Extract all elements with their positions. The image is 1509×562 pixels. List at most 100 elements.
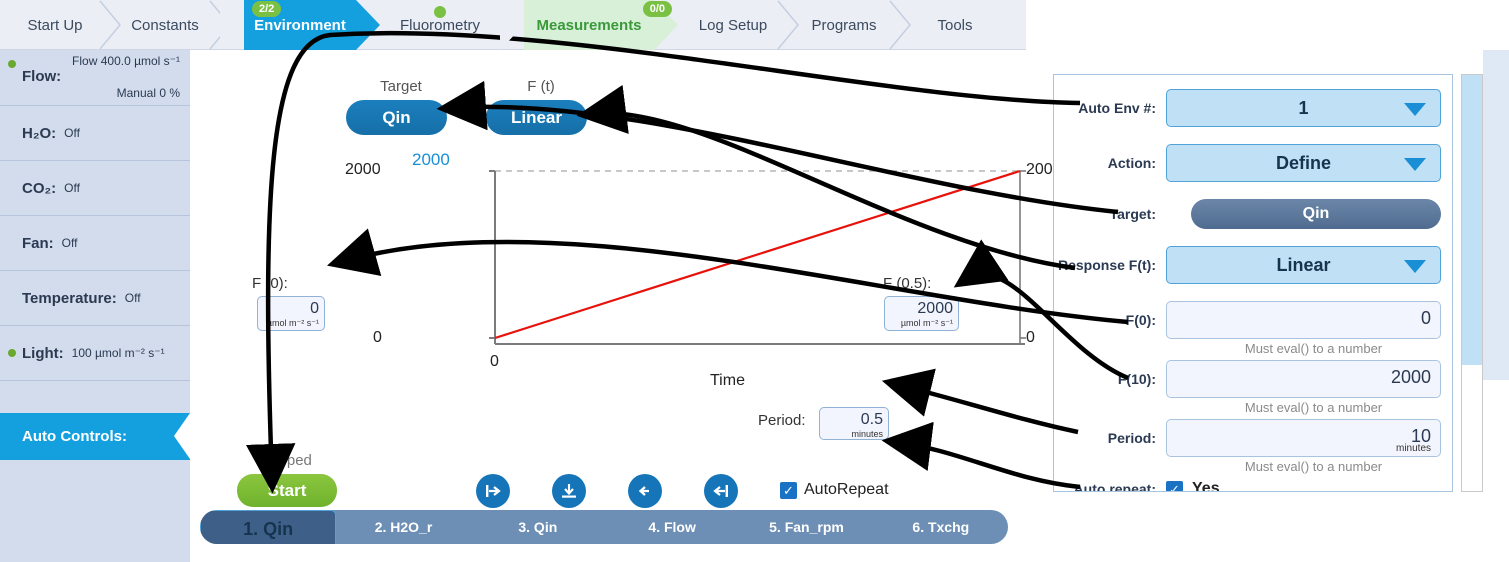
jump-to-end-glyph	[486, 485, 501, 497]
breadcrumb-item-tools[interactable]: Tools	[900, 0, 1010, 50]
breadcrumb-label: Programs	[811, 16, 877, 34]
run-status-text: Stopped	[256, 452, 312, 469]
auto-repeat-checkbox[interactable]: ✓	[1166, 480, 1183, 491]
graph-f0-unit: µmol m⁻² s⁻¹	[266, 318, 319, 328]
field-label: Action:	[1107, 155, 1156, 171]
autorepeat-checkbox[interactable]: ✓	[780, 481, 797, 499]
f10-input[interactable]: 2000	[1166, 360, 1441, 398]
start-button[interactable]: Start	[237, 474, 337, 507]
field-label: Period:	[1107, 430, 1156, 446]
f0-input[interactable]: 0	[1166, 301, 1441, 339]
breadcrumb-label: Log Setup	[698, 16, 768, 34]
tab-1-qin[interactable]: 1. Qin	[200, 510, 337, 544]
tab-4-flow[interactable]: 4. Flow	[605, 510, 739, 544]
ft-caption: F (t)	[527, 78, 555, 95]
tab-label: 6. Txchg	[912, 519, 970, 535]
threshold-value-label: 2000	[412, 150, 450, 169]
sidebar-item-label: Flow:	[22, 68, 62, 85]
sidebar-flow-setpoint: Flow 400.0 µmol s⁻¹	[72, 54, 180, 68]
select-value: 1	[1298, 97, 1309, 118]
right-panel-scrollbar[interactable]	[1461, 74, 1483, 492]
field-f0: F(0): 0	[1054, 301, 1452, 339]
right-axis-tick-bottom: 0	[1026, 329, 1035, 346]
graph-fend-label: F (0.5):	[883, 275, 932, 292]
breadcrumb-badge: 2/2	[252, 1, 282, 17]
graph-period-value: 0.5	[860, 411, 883, 428]
step-back-icon[interactable]	[628, 474, 662, 508]
graph-f0-input[interactable]: 0 µmol m⁻² s⁻¹	[257, 296, 325, 331]
sidebar-item-fan[interactable]: Fan: Off	[0, 216, 190, 271]
chevron-down-icon	[1404, 103, 1426, 116]
response-ft-select[interactable]: Linear	[1166, 246, 1441, 284]
jump-to-start-icon[interactable]	[704, 474, 738, 508]
period-unit: minutes	[1395, 443, 1431, 454]
target-button[interactable]: Qin	[346, 100, 447, 135]
status-dot-icon	[434, 6, 446, 18]
field-target: Target: Qin	[1054, 199, 1452, 229]
chevron-separator-icon	[99, 0, 121, 50]
select-value: Linear	[1276, 254, 1331, 275]
breadcrumb-label: Fluorometry	[399, 16, 481, 34]
field-label: Response F(t):	[1058, 257, 1156, 273]
tab-2-h2o-r[interactable]: 2. H2O_r	[336, 510, 470, 544]
graph-period-unit: minutes	[851, 429, 883, 439]
breadcrumb-item-constants[interactable]: Constants	[110, 0, 231, 50]
auto-env-number-select[interactable]: 1	[1166, 89, 1441, 127]
graph-fend-input[interactable]: 2000 µmol m⁻² s⁻¹	[884, 296, 959, 331]
graph-period-label: Period:	[758, 412, 806, 429]
field-label: F(0):	[1125, 312, 1156, 328]
breadcrumb-label: Constants	[131, 16, 199, 34]
x-axis-tick-zero: 0	[490, 353, 499, 370]
ft-button[interactable]: Linear	[486, 100, 587, 135]
graph-period-input[interactable]: 0.5 minutes	[819, 407, 889, 440]
top-breadcrumb-nav: Start Up Constants 2/2 Environment Fluor…	[0, 0, 1026, 50]
jump-to-start-glyph	[713, 485, 728, 497]
left-sidebar: Flow 400.0 µmol s⁻¹ Flow: Manual 0 % H₂O…	[0, 50, 190, 562]
sidebar-item-label: Temperature:	[22, 289, 117, 307]
breadcrumb-label: Start Up	[27, 16, 83, 34]
breadcrumb-item-fluorometry[interactable]: Fluorometry	[380, 0, 500, 50]
tab-label: 5. Fan_rpm	[769, 519, 844, 535]
f10-hint: Must eval() to a number	[1244, 400, 1383, 415]
insert-down-glyph	[562, 484, 576, 498]
scrollbar-thumb[interactable]	[1462, 75, 1482, 365]
breadcrumb-item-measurements[interactable]: 0/0 Measurements	[500, 0, 678, 50]
breadcrumb-item-programs[interactable]: Programs	[788, 0, 911, 50]
chevron-down-icon	[1404, 260, 1426, 273]
field-auto-repeat: Auto repeat: ✓ Yes	[1054, 480, 1452, 491]
target-select-button[interactable]: Qin	[1191, 199, 1441, 229]
sidebar-item-co2[interactable]: CO₂: Off	[0, 161, 190, 216]
field-f10: F(10): 2000	[1054, 360, 1452, 398]
sidebar-item-label: Auto Controls:	[22, 428, 127, 445]
breadcrumb-item-environment[interactable]: 2/2 Environment	[220, 0, 380, 50]
breadcrumb-item-start-up[interactable]: Start Up	[0, 0, 121, 50]
sidebar-item-h2o[interactable]: H₂O: Off	[0, 106, 190, 161]
sidebar-item-value: Off	[124, 291, 141, 305]
tab-3-qin[interactable]: 3. Qin	[471, 510, 605, 544]
sidebar-item-flow[interactable]: Flow 400.0 µmol s⁻¹ Flow: Manual 0 %	[0, 50, 190, 106]
step-back-glyph	[638, 486, 649, 496]
autorepeat-control[interactable]: ✓ AutoRepeat	[780, 481, 889, 499]
chevron-separator-icon	[889, 0, 911, 50]
tab-label: 2. H2O_r	[374, 519, 433, 535]
sidebar-item-label: Light:	[22, 344, 64, 362]
field-label: F(10):	[1117, 371, 1156, 387]
sidebar-flow-mode: Manual 0 %	[116, 86, 180, 100]
tab-5-fan-rpm[interactable]: 5. Fan_rpm	[739, 510, 873, 544]
tab-label: 1. Qin	[243, 518, 294, 539]
sidebar-item-auto-controls[interactable]: Auto Controls:	[0, 413, 190, 460]
sidebar-item-label: Fan:	[22, 234, 54, 252]
action-select[interactable]: Define	[1166, 144, 1441, 182]
jump-to-end-icon[interactable]	[476, 474, 510, 508]
x-axis-label: Time	[710, 372, 745, 389]
period-input[interactable]: 10 minutes	[1166, 419, 1441, 457]
sidebar-item-temperature[interactable]: Temperature: Off	[0, 271, 190, 326]
sidebar-item-light[interactable]: Light: 100 µmol m⁻² s⁻¹	[0, 326, 190, 381]
insert-down-icon[interactable]	[552, 474, 586, 508]
sidebar-item-value: Off	[61, 236, 78, 250]
sidebar-item-value: Off	[64, 181, 80, 195]
select-value: Define	[1275, 152, 1331, 173]
breadcrumb-item-log-setup[interactable]: Log Setup	[678, 0, 799, 50]
status-dot-icon	[8, 60, 16, 68]
tab-6-txchg[interactable]: 6. Txchg	[874, 510, 1008, 544]
